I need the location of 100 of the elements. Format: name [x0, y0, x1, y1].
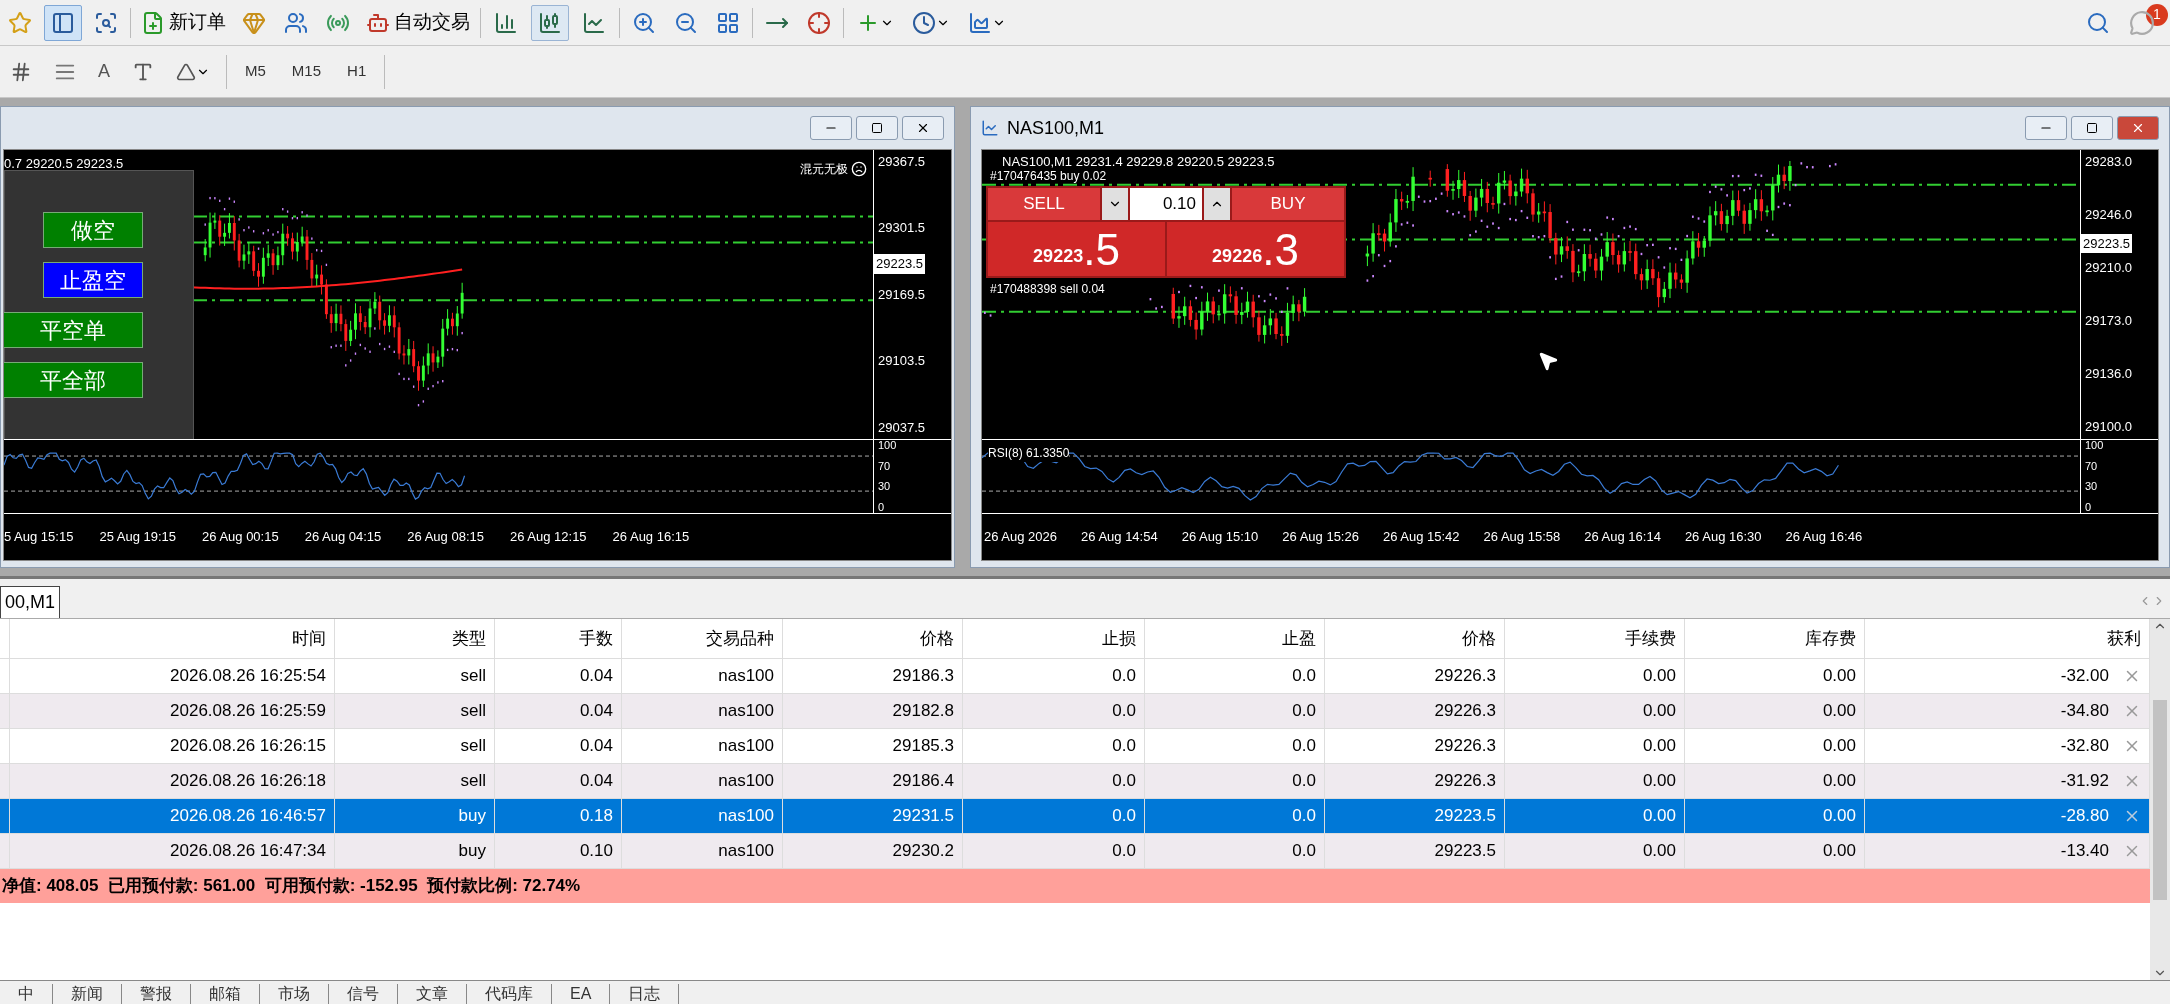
time-label: 26 Aug 16:14	[1584, 528, 1661, 547]
table-cell-text: sell	[460, 735, 486, 758]
table-cell-text: 0.00	[1642, 735, 1676, 758]
table-row[interactable]: 2026.08.26 16:26:18 sell 0.04 nas100 29186.4 0.0 0.0 29226.3 0.00 0.00 -31.92	[0, 764, 2150, 799]
table-cell-text: 2026.08.26 16:25:54	[170, 665, 326, 688]
table-cell-text: 0.0	[1292, 840, 1316, 863]
buy-button[interactable]: BUY	[1232, 188, 1344, 220]
table-cell-text: 0.0	[1292, 665, 1316, 688]
volume-field[interactable]: 0.10	[1130, 188, 1202, 220]
notification-badge: 1	[2146, 3, 2168, 26]
panel-button[interactable]: 做空	[43, 212, 143, 248]
table-row[interactable]: 2026.08.26 16:25:54 sell 0.04 nas100 29186.3 0.0 0.0 29226.3 0.00 0.00 -32.00	[0, 659, 2150, 694]
time-label: 26 Aug 2026	[984, 528, 1058, 547]
column-header[interactable]: 类型	[335, 619, 495, 658]
new-order-button[interactable]: 新订单	[137, 4, 230, 41]
table-cell-text: 0.00	[1642, 665, 1676, 688]
price-tick: 29037.5	[878, 418, 926, 437]
panel-button[interactable]: 平全部	[4, 362, 143, 398]
bottom-tab[interactable]: 日志	[610, 984, 680, 1004]
table-cell-text: 0.00	[1642, 770, 1676, 793]
time-label: 26 Aug 15:58	[1483, 528, 1561, 547]
bottom-tab[interactable]: 新闻	[53, 984, 122, 1004]
table-cell-text: nas100	[718, 805, 774, 828]
table-row[interactable]: 2026.08.26 16:46:57 buy 0.18 nas100 29231.5 0.0 0.0 29223.5 0.00 0.00 -28.80	[0, 799, 2150, 834]
table-cell-text: -32.80	[2060, 735, 2109, 758]
bottom-tab[interactable]: 邮箱	[191, 984, 260, 1004]
bottom-tab[interactable]: 代码库	[467, 984, 552, 1004]
table-cell-text: 29223.5	[1434, 840, 1496, 863]
time-label: 26 Aug 15:42	[1382, 528, 1460, 547]
table-cell-text: nas100	[718, 840, 774, 863]
table-cell-text: 0.10	[579, 840, 613, 863]
table-cell-text: 0.0	[1112, 840, 1136, 863]
table-cell-text: 29226.3	[1434, 700, 1496, 723]
chart-tab[interactable]: 00,M1	[0, 586, 61, 618]
time-label: 26 Aug 15:26	[1282, 528, 1359, 547]
auto-trading-button[interactable]: 自动交易	[362, 4, 474, 41]
table-cell-text: -31.92	[2060, 770, 2109, 793]
timeframe-button[interactable]: M5	[237, 53, 274, 90]
account-summary: 净值: 408.05 已用预付款: 561.00 可用预付款: -152.95 预付款比例: 72.74%	[2, 875, 581, 898]
price-tick: 29367.5	[878, 153, 926, 171]
table-cell-text: 2026.08.26 16:26:18	[170, 770, 326, 793]
price-tick: 29136.0	[2085, 365, 2133, 384]
sell-button[interactable]: SELL	[988, 188, 1100, 220]
table-cell-text: 29231.5	[892, 805, 954, 828]
rsi-tick: 70	[878, 460, 892, 472]
column-header[interactable]: 交易品种	[622, 619, 783, 658]
table-cell-text: sell	[460, 700, 486, 723]
ask-price-button[interactable]: 29226.3	[1167, 222, 1344, 276]
column-header[interactable]: 时间	[10, 619, 335, 658]
time-label: 26 Aug 16:15	[612, 528, 690, 547]
text-tool-button[interactable]: A	[92, 53, 116, 90]
bottom-tab[interactable]: 文章	[398, 984, 467, 1004]
bottom-tab[interactable]: 警报	[122, 984, 191, 1004]
table-cell-text: nas100	[718, 770, 774, 793]
column-header[interactable]: 手续费	[1505, 619, 1685, 658]
bid-price-button[interactable]: 29223.5	[988, 222, 1165, 276]
rsi-tick: 100	[878, 440, 898, 451]
table-cell-text: -13.40	[2060, 840, 2109, 863]
column-header[interactable]: 止盈	[1145, 619, 1325, 658]
panel-button[interactable]: 平空单	[4, 312, 143, 348]
table-cell-text: sell	[460, 770, 486, 793]
bottom-tab[interactable]: 中	[0, 984, 53, 1004]
time-label: 26 Aug 00:15	[202, 528, 279, 547]
table-cell-text: -32.00	[2060, 665, 2109, 688]
price-tick: 29283.0	[2085, 153, 2133, 171]
window-title: NAS100,M1	[1007, 116, 1105, 140]
rsi-tick: 70	[2085, 460, 2099, 472]
table-row[interactable]: 2026.08.26 16:25:59 sell 0.04 nas100 29182.8 0.0 0.0 29226.3 0.00 0.00 -34.80	[0, 694, 2150, 729]
table-cell-text: 0.0	[1112, 735, 1136, 758]
column-header[interactable]: 手数	[495, 619, 622, 658]
table-cell-text: 0.00	[1822, 805, 1856, 828]
bottom-tab[interactable]: 市场	[260, 984, 329, 1004]
indicator-label: 混元无极	[800, 161, 848, 178]
timeframe-button[interactable]: H1	[339, 53, 375, 90]
table-cell-text: 29226.3	[1434, 735, 1496, 758]
column-header[interactable]: 价格	[1325, 619, 1505, 658]
table-cell-text: 29230.2	[892, 840, 954, 863]
table-cell-text: 0.04	[579, 735, 613, 758]
column-header[interactable]: 止损	[963, 619, 1145, 658]
bottom-tab[interactable]: EA	[552, 984, 611, 1004]
column-header[interactable]: 价格	[783, 619, 963, 658]
table-cell-text: 29186.4	[892, 770, 954, 793]
order-label: #170476435 buy 0.02	[990, 168, 1107, 185]
price-tick: 29210.0	[2085, 259, 2133, 278]
price-tick: 29301.5	[878, 219, 926, 238]
bottom-tab[interactable]: 信号	[329, 984, 398, 1004]
column-header[interactable]: 库存费	[1685, 619, 1865, 658]
table-cell-text: 0.0	[1112, 770, 1136, 793]
table-row[interactable]: 2026.08.26 16:47:34 buy 0.10 nas100 29230.2 0.0 0.0 29223.5 0.00 0.00 -13.40	[0, 834, 2150, 869]
price-tick: 29100.0	[2085, 418, 2133, 437]
table-row[interactable]: 2026.08.26 16:26:15 sell 0.04 nas100 29185.3 0.0 0.0 29226.3 0.00 0.00 -32.80	[0, 729, 2150, 764]
chart-info-text: 0.7 29220.5 29223.5	[4, 155, 124, 173]
time-label: 26 Aug 16:46	[1785, 528, 1863, 547]
panel-button[interactable]: 止盈空	[43, 262, 143, 298]
table-cell-text: 0.0	[1112, 665, 1136, 688]
timeframe-button[interactable]: M15	[283, 53, 330, 90]
table-cell-text: 29226.3	[1434, 665, 1496, 688]
table-cell-text: 0.0	[1292, 770, 1316, 793]
table-cell-text: nas100	[718, 700, 774, 723]
table-cell-text: 2026.08.26 16:46:57	[170, 805, 326, 828]
